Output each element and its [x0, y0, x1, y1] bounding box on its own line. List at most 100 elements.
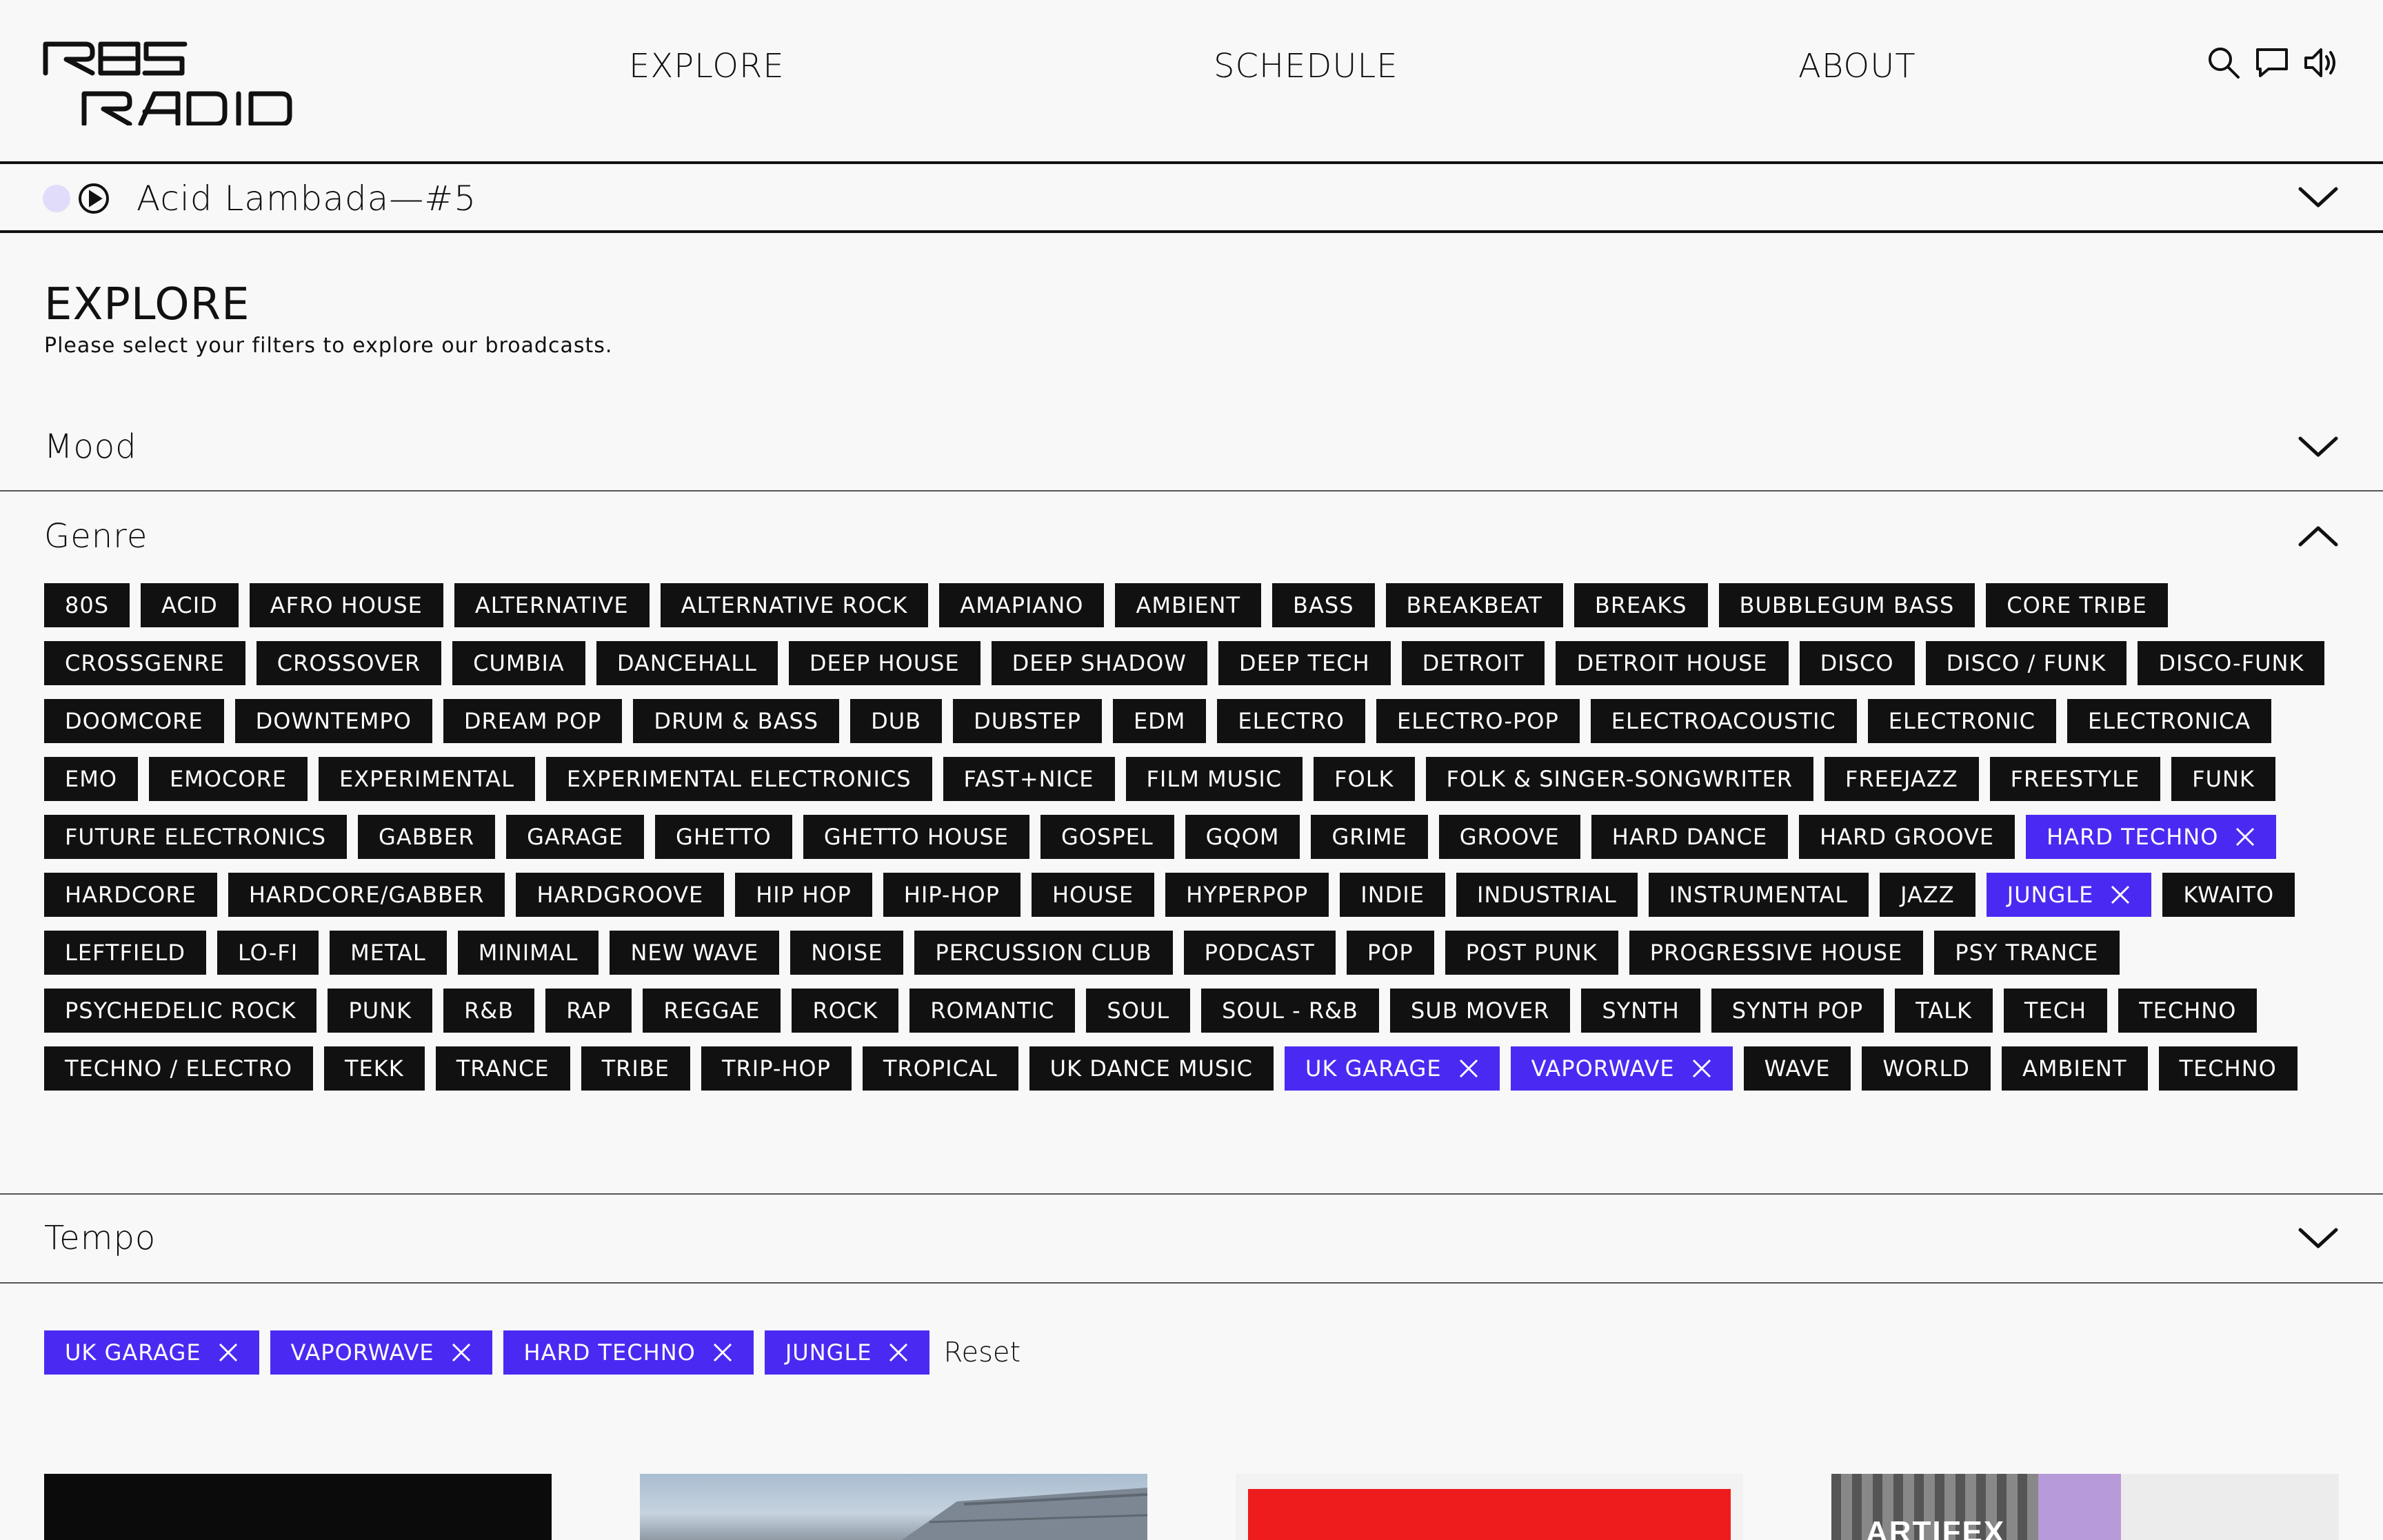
genre-tag-ambient[interactable]: AMBIENT — [1115, 583, 1262, 627]
genre-tag-tribe[interactable]: TRIBE — [581, 1046, 690, 1091]
active-filter-vaporwave[interactable]: VAPORWAVE — [270, 1330, 492, 1375]
genre-tag-romantic[interactable]: ROMANTIC — [909, 989, 1076, 1033]
nav-explore[interactable]: EXPLORE — [629, 47, 785, 85]
close-icon[interactable] — [888, 1342, 909, 1363]
close-icon[interactable] — [712, 1342, 733, 1363]
genre-tag-uk-garage[interactable]: UK GARAGE — [1285, 1046, 1500, 1091]
genre-tag-synth-pop[interactable]: SYNTH POP — [1711, 989, 1884, 1033]
genre-tag-electroacoustic[interactable]: ELECTROACOUSTIC — [1590, 699, 1857, 743]
genre-tag-80s[interactable]: 80S — [44, 583, 130, 627]
genre-tag-soul[interactable]: SOUL — [1086, 989, 1191, 1033]
genre-tag-wave[interactable]: WAVE — [1743, 1046, 1851, 1091]
genre-tag-rock[interactable]: ROCK — [792, 989, 899, 1033]
genre-tag-crossgenre[interactable]: CROSSGENRE — [44, 641, 245, 685]
genre-tag-detroit-house[interactable]: DETROIT HOUSE — [1556, 641, 1789, 685]
genre-tag-percussion-club[interactable]: PERCUSSION CLUB — [914, 931, 1173, 975]
genre-tag-progressive-house[interactable]: PROGRESSIVE HOUSE — [1629, 931, 1924, 975]
close-icon[interactable] — [1458, 1058, 1479, 1079]
genre-tag-experimental[interactable]: EXPERIMENTAL — [319, 757, 535, 801]
close-icon[interactable] — [451, 1342, 472, 1363]
genre-tag-electro-pop[interactable]: ELECTRO-POP — [1376, 699, 1580, 743]
genre-tag-crossover[interactable]: CROSSOVER — [256, 641, 442, 685]
genre-tag-afro-house[interactable]: AFRO HOUSE — [249, 583, 443, 627]
genre-tag-hard-techno[interactable]: HARD TECHNO — [2026, 815, 2277, 859]
genre-tag-ghetto-house[interactable]: GHETTO HOUSE — [803, 815, 1030, 859]
genre-tag-ghetto[interactable]: GHETTO — [655, 815, 792, 859]
genre-tag-experimental-electronics[interactable]: EXPERIMENTAL ELECTRONICS — [545, 757, 932, 801]
genre-tag-hyperpop[interactable]: HYPERPOP — [1165, 873, 1329, 917]
genre-tag-drum-bass[interactable]: DRUM & BASS — [633, 699, 840, 743]
genre-tag-dub[interactable]: DUB — [850, 699, 943, 743]
broadcast-card-4-thumbnail[interactable]: ARTIFEX — [1831, 1474, 2339, 1540]
genre-tag-freestyle[interactable]: FREESTYLE — [1989, 757, 2161, 801]
genre-tag-techno-electro[interactable]: TECHNO / ELECTRO — [44, 1046, 313, 1091]
genre-tag-house[interactable]: HOUSE — [1031, 873, 1155, 917]
tempo-section-title[interactable]: Tempo — [44, 1219, 156, 1257]
genre-tag-r-b[interactable]: R&B — [443, 989, 535, 1033]
genre-tag-freejazz[interactable]: FREEJAZZ — [1824, 757, 1979, 801]
search-icon[interactable] — [2204, 43, 2244, 83]
genre-tag-tropical[interactable]: TROPICAL — [862, 1046, 1018, 1091]
genre-tag-lo-fi[interactable]: LO-FI — [217, 931, 319, 975]
genre-tag-new-wave[interactable]: NEW WAVE — [610, 931, 780, 975]
genre-tag-gospel[interactable]: GOSPEL — [1040, 815, 1174, 859]
genre-tag-instrumental[interactable]: INSTRUMENTAL — [1648, 873, 1869, 917]
genre-chevron-up-icon[interactable] — [2296, 523, 2340, 550]
genre-tag-hard-dance[interactable]: HARD DANCE — [1591, 815, 1789, 859]
chat-icon[interactable] — [2252, 43, 2292, 83]
chevron-down-icon[interactable] — [2296, 183, 2340, 211]
genre-tag-breaks[interactable]: BREAKS — [1573, 583, 1708, 627]
genre-tag-edm[interactable]: EDM — [1112, 699, 1207, 743]
genre-tag-bass[interactable]: BASS — [1272, 583, 1375, 627]
genre-tag-emo[interactable]: EMO — [44, 757, 139, 801]
mood-section-title[interactable]: Mood — [44, 427, 137, 466]
genre-tag-garage[interactable]: GARAGE — [506, 815, 645, 859]
genre-tag-folk[interactable]: FOLK — [1314, 757, 1415, 801]
genre-tag-deep-shadow[interactable]: DEEP SHADOW — [991, 641, 1207, 685]
broadcast-card-1-thumbnail[interactable] — [44, 1474, 552, 1540]
genre-tag-trance[interactable]: TRANCE — [435, 1046, 570, 1091]
genre-tag-disco-funk[interactable]: DISCO-FUNK — [2138, 641, 2325, 685]
genre-tag-electronica[interactable]: ELECTRONICA — [2067, 699, 2272, 743]
genre-tag-podcast[interactable]: PODCAST — [1183, 931, 1336, 975]
genre-tag-folk-singer-songwriter[interactable]: FOLK & SINGER-SONGWRITER — [1425, 757, 1813, 801]
genre-tag-jazz[interactable]: JAZZ — [1880, 873, 1975, 917]
close-icon[interactable] — [1691, 1058, 1712, 1079]
genre-tag-fast-nice[interactable]: FAST+NICE — [943, 757, 1115, 801]
genre-tag-minimal[interactable]: MINIMAL — [457, 931, 599, 975]
genre-tag-hardcore[interactable]: HARDCORE — [44, 873, 217, 917]
genre-tag-groove[interactable]: GROOVE — [1438, 815, 1580, 859]
genre-tag-world[interactable]: WORLD — [1862, 1046, 1991, 1091]
active-filter-hard-techno[interactable]: HARD TECHNO — [503, 1330, 754, 1375]
mood-chevron-down-icon[interactable] — [2296, 433, 2340, 460]
genre-tag-soul-r-b[interactable]: SOUL - R&B — [1201, 989, 1379, 1033]
genre-tag-ambient[interactable]: AMBIENT — [2001, 1046, 2148, 1091]
close-icon[interactable] — [2110, 884, 2131, 905]
genre-tag-downtempo[interactable]: DOWNTEMPO — [234, 699, 432, 743]
genre-tag-indie[interactable]: INDIE — [1340, 873, 1445, 917]
genre-tag-hip-hop[interactable]: HIP-HOP — [883, 873, 1020, 917]
broadcast-card-3-thumbnail[interactable] — [1236, 1474, 1743, 1540]
genre-tag-tekk[interactable]: TEKK — [324, 1046, 425, 1091]
genre-tag-hardcore-gabber[interactable]: HARDCORE/GABBER — [228, 873, 505, 917]
nav-about[interactable]: ABOUT — [1798, 47, 1916, 85]
nav-schedule[interactable]: SCHEDULE — [1214, 47, 1398, 85]
genre-tag-cumbia[interactable]: CUMBIA — [452, 641, 585, 685]
close-icon[interactable] — [218, 1342, 239, 1363]
genre-tag-funk[interactable]: FUNK — [2171, 757, 2275, 801]
active-filter-uk-garage[interactable]: UK GARAGE — [44, 1330, 259, 1375]
genre-tag-disco-funk[interactable]: DISCO / FUNK — [1925, 641, 2127, 685]
genre-tag-acid[interactable]: ACID — [141, 583, 239, 627]
tempo-chevron-down-icon[interactable] — [2296, 1224, 2340, 1252]
genre-tag-doomcore[interactable]: DOOMCORE — [44, 699, 224, 743]
genre-tag-jungle[interactable]: JUNGLE — [1986, 873, 2152, 917]
genre-tag-core-tribe[interactable]: CORE TRIBE — [1986, 583, 2168, 627]
genre-tag-uk-dance-music[interactable]: UK DANCE MUSIC — [1029, 1046, 1274, 1091]
genre-tag-noise[interactable]: NOISE — [790, 931, 904, 975]
genre-tag-techno[interactable]: TECHNO — [2118, 989, 2258, 1033]
genre-tag-hip-hop[interactable]: HIP HOP — [735, 873, 872, 917]
genre-tag-vaporwave[interactable]: VAPORWAVE — [1510, 1046, 1733, 1091]
genre-tag-gabber[interactable]: GABBER — [358, 815, 496, 859]
active-filter-jungle[interactable]: JUNGLE — [764, 1330, 930, 1375]
genre-tag-techno[interactable]: TECHNO — [2158, 1046, 2297, 1091]
